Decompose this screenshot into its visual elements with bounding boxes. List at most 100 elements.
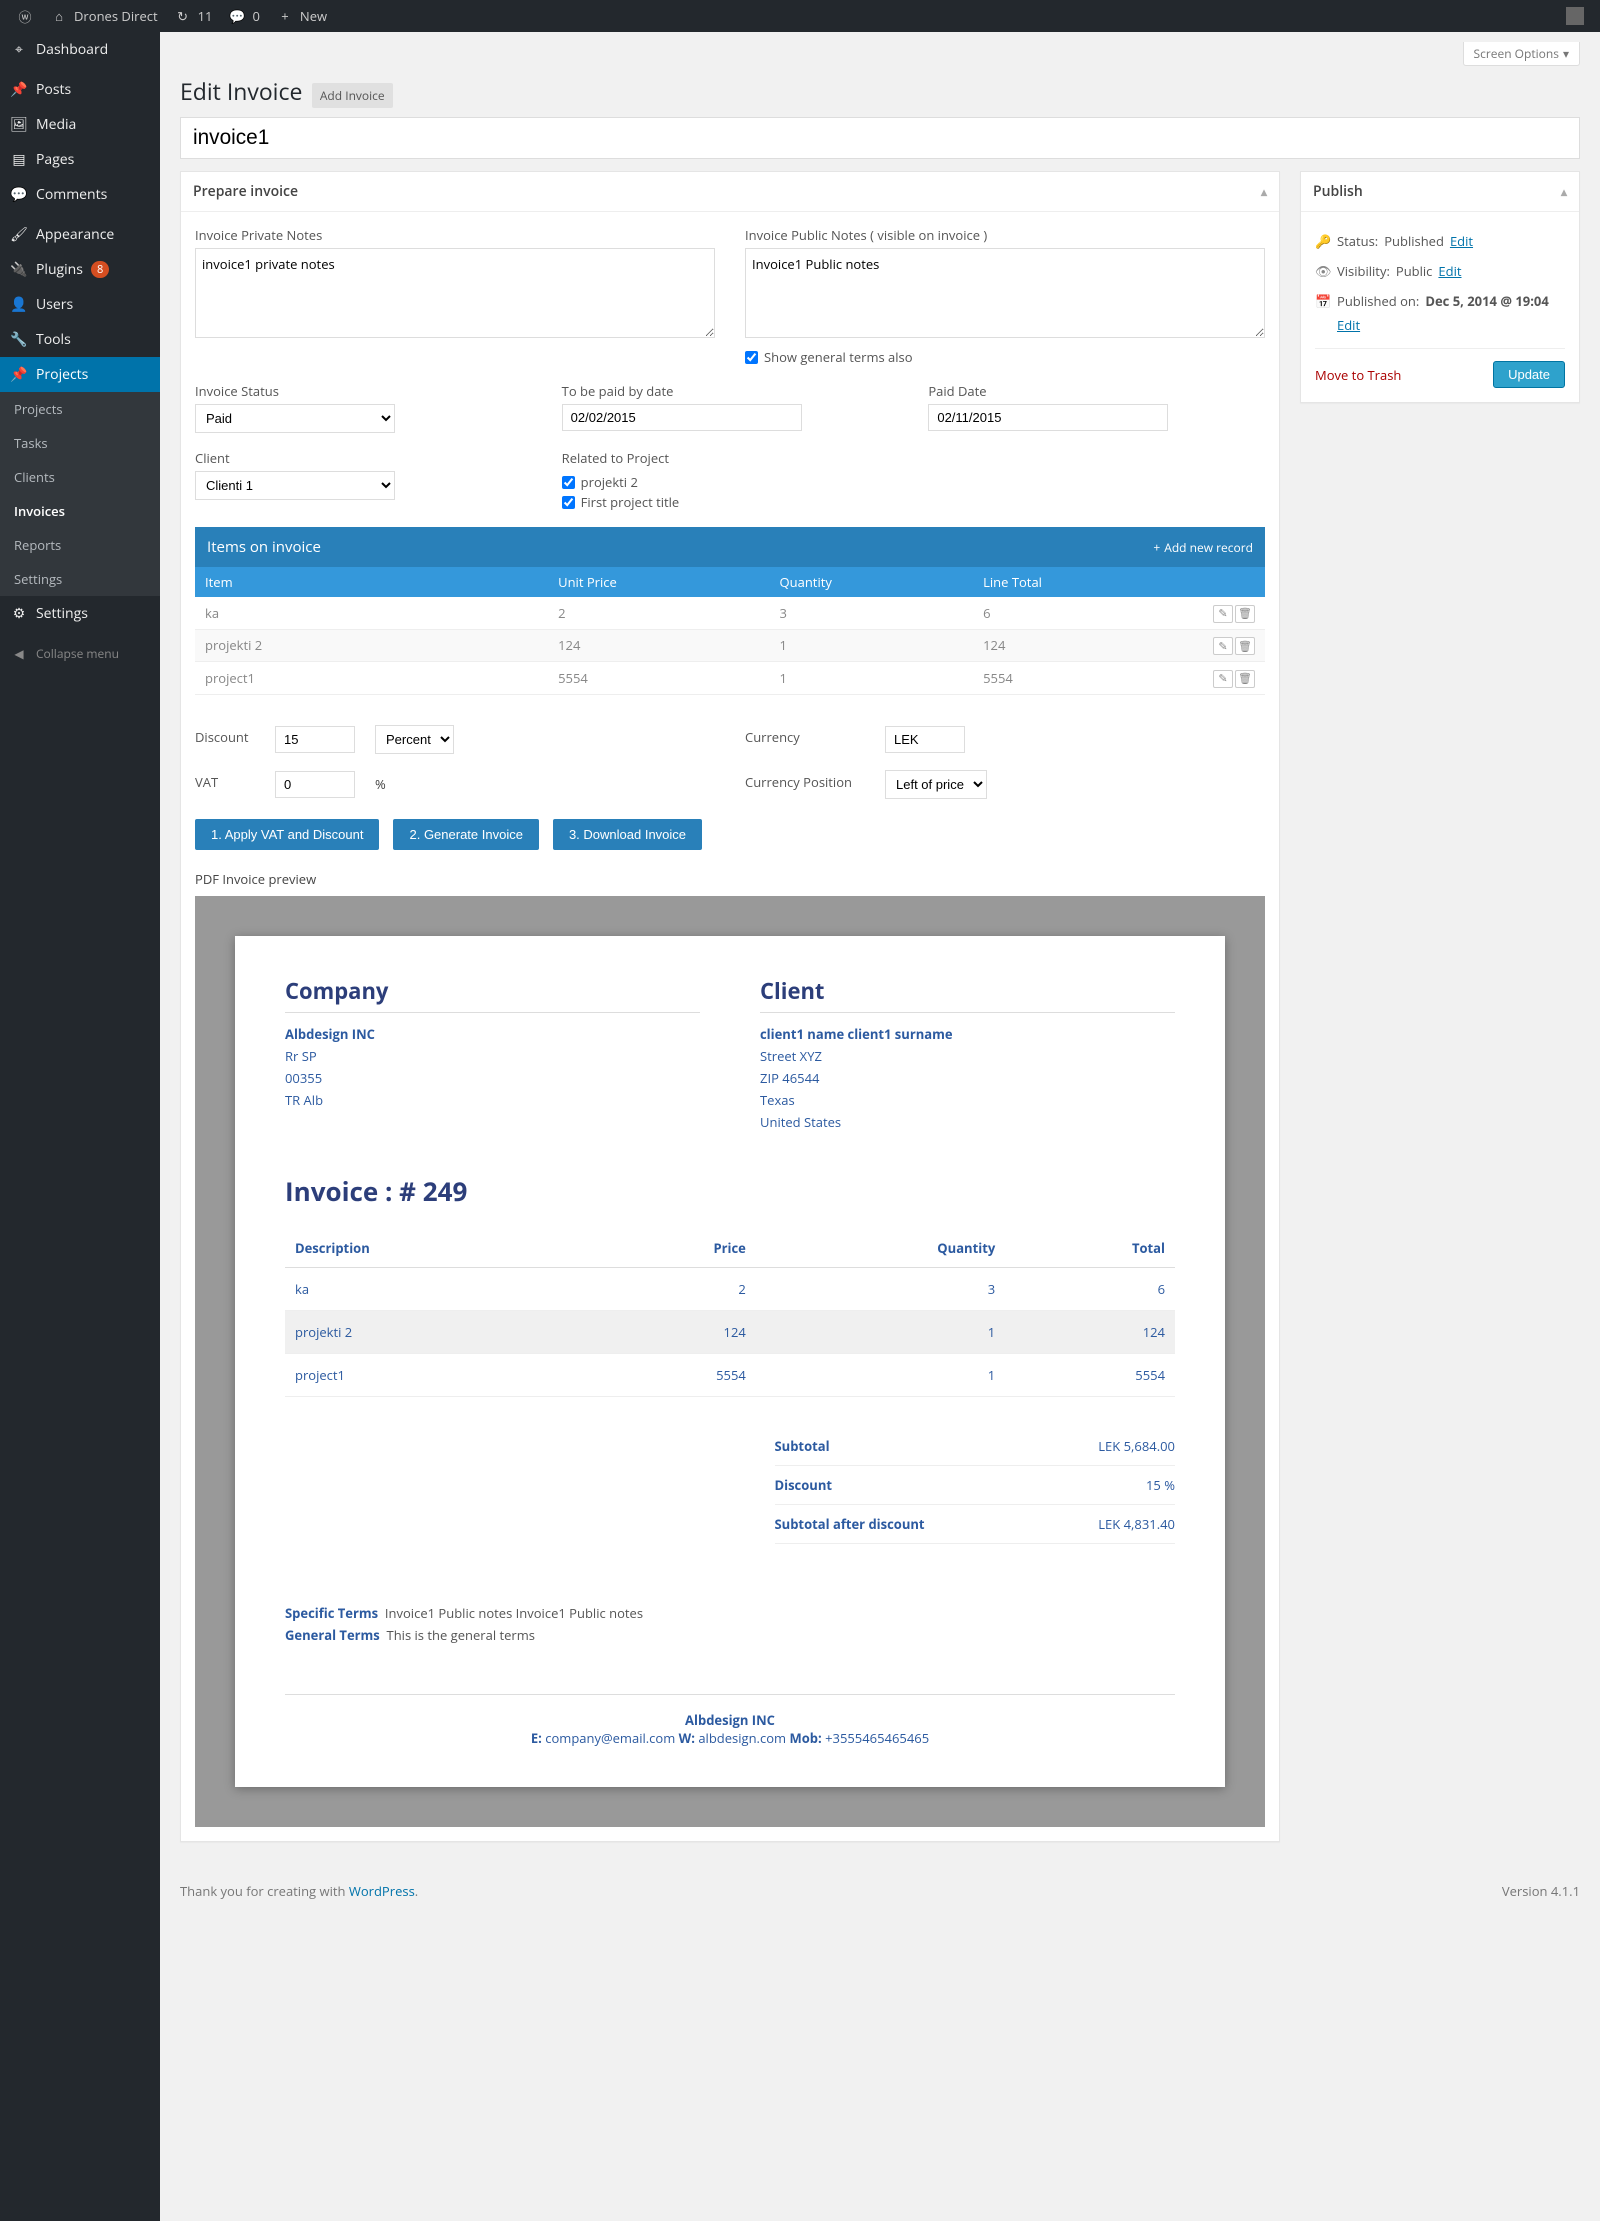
client-name: client1 name client1 surname — [760, 1025, 953, 1043]
paid-date-label: Paid Date — [928, 382, 1265, 400]
private-notes-textarea[interactable]: invoice1 private notes — [195, 248, 715, 338]
vat-label: VAT — [195, 773, 255, 791]
col-qty: Quantity — [770, 567, 974, 597]
pin-icon: 📌 — [10, 81, 28, 99]
show-terms-label: Show general terms also — [764, 348, 913, 366]
updates-count: 11 — [198, 7, 213, 25]
company-heading: Company — [285, 976, 700, 1013]
submenu-clients[interactable]: Clients — [0, 460, 160, 494]
delete-row-icon[interactable]: 🗑 — [1235, 637, 1255, 655]
client-addr-2: ZIP 46544 — [760, 1067, 1175, 1089]
menu-media[interactable]: 🖼Media — [0, 107, 160, 142]
add-invoice-button[interactable]: Add Invoice — [312, 83, 393, 108]
wrench-icon: 🔧 — [10, 331, 28, 349]
edit-row-icon[interactable]: ✎ — [1213, 605, 1233, 623]
delete-row-icon[interactable]: 🗑 — [1235, 605, 1255, 623]
toggle-publish-icon[interactable]: ▴ — [1561, 183, 1567, 200]
related-project-2-checkbox[interactable] — [562, 496, 575, 509]
comment-icon: 💬 — [10, 186, 28, 204]
menu-users[interactable]: 👤Users — [0, 287, 160, 322]
client-addr-3: Texas — [760, 1089, 1175, 1111]
discount-label: Discount — [195, 728, 255, 746]
submenu-projects-item[interactable]: Projects — [0, 392, 160, 426]
user-avatar[interactable] — [1558, 0, 1592, 32]
avatar-icon — [1566, 7, 1584, 25]
calendar-icon: 📅 — [1315, 292, 1331, 310]
status-select[interactable]: Paid — [195, 404, 395, 433]
key-icon: 🔑 — [1315, 232, 1331, 250]
update-button[interactable]: Update — [1493, 361, 1565, 388]
submenu-reports[interactable]: Reports — [0, 528, 160, 562]
edit-row-icon[interactable]: ✎ — [1213, 637, 1233, 655]
general-terms-value: This is the general terms — [387, 1626, 535, 1644]
status-value: Published — [1384, 232, 1444, 250]
items-header: Items on invoice +Add new record — [195, 527, 1265, 567]
discount-label-preview: Discount — [775, 1476, 833, 1494]
invoice-items-table: Description Price Quantity Total ka236pr… — [285, 1229, 1175, 1397]
collapse-menu[interactable]: ◀Collapse menu — [0, 636, 160, 670]
chevron-down-icon: ▾ — [1563, 45, 1569, 62]
comments-link[interactable]: 💬0 — [220, 0, 267, 32]
edit-date-link[interactable]: Edit — [1337, 316, 1565, 334]
screen-options-tab[interactable]: Screen Options ▾ — [1463, 42, 1581, 66]
pay-by-label: To be paid by date — [562, 382, 899, 400]
menu-tools[interactable]: 🔧Tools — [0, 322, 160, 357]
wordpress-link[interactable]: WordPress — [349, 1882, 415, 1900]
updates-link[interactable]: ↻ 11 — [166, 0, 221, 32]
generate-invoice-button[interactable]: 2. Generate Invoice — [393, 819, 538, 850]
delete-row-icon[interactable]: 🗑 — [1235, 670, 1255, 688]
media-icon: 🖼 — [10, 116, 28, 134]
currency-input[interactable] — [885, 726, 965, 753]
menu-projects[interactable]: 📌Projects — [0, 357, 160, 392]
page-icon: ▤ — [10, 151, 28, 169]
submenu-settings[interactable]: Settings — [0, 562, 160, 596]
client-addr-1: Street XYZ — [760, 1045, 1175, 1067]
general-terms-label: General Terms — [285, 1626, 380, 1644]
pay-by-input[interactable] — [562, 404, 802, 431]
add-new-record-button[interactable]: +Add new record — [1153, 539, 1253, 556]
new-content-link[interactable]: +New — [268, 0, 335, 32]
subtotal-label: Subtotal — [775, 1437, 830, 1455]
client-addr-4: United States — [760, 1111, 1175, 1133]
edit-visibility-link[interactable]: Edit — [1438, 262, 1461, 280]
paid-date-input[interactable] — [928, 404, 1168, 431]
update-icon: ↻ — [174, 7, 192, 25]
discount-type-select[interactable]: Percent — [375, 725, 454, 754]
post-title-input[interactable] — [180, 117, 1580, 159]
submenu-invoices[interactable]: Invoices — [0, 494, 160, 528]
discount-input[interactable] — [275, 726, 355, 753]
currency-pos-select[interactable]: Left of price — [885, 770, 987, 799]
toggle-box-icon[interactable]: ▴ — [1261, 183, 1267, 200]
menu-comments[interactable]: 💬Comments — [0, 177, 160, 212]
client-select[interactable]: Clienti 1 — [195, 471, 395, 500]
status-label: Invoice Status — [195, 382, 532, 400]
submenu-tasks[interactable]: Tasks — [0, 426, 160, 460]
table-row: project1555415554✎🗑 — [195, 662, 1265, 695]
comment-icon: 💬 — [228, 7, 246, 25]
collapse-icon: ◀ — [10, 644, 28, 662]
invoice-row: ka236 — [285, 1267, 1175, 1310]
menu-plugins[interactable]: 🔌Plugins8 — [0, 252, 160, 287]
show-terms-checkbox[interactable] — [745, 351, 758, 364]
site-name-link[interactable]: ⌂Drones Direct — [42, 0, 166, 32]
company-addr-3: TR Alb — [285, 1089, 700, 1111]
publish-box: Publish ▴ 🔑Status: Published Edit 👁Visib… — [1300, 171, 1580, 403]
public-notes-textarea[interactable]: Invoice1 Public notes — [745, 248, 1265, 338]
edit-row-icon[interactable]: ✎ — [1213, 670, 1233, 688]
menu-dashboard[interactable]: ⌖Dashboard — [0, 32, 160, 67]
prepare-invoice-box: Prepare invoice ▴ Invoice Private Notes … — [180, 171, 1280, 1842]
related-project-1-checkbox[interactable] — [562, 476, 575, 489]
menu-pages[interactable]: ▤Pages — [0, 142, 160, 177]
menu-appearance[interactable]: 🖌Appearance — [0, 217, 160, 252]
download-invoice-button[interactable]: 3. Download Invoice — [553, 819, 702, 850]
invoice-row: project1555415554 — [285, 1353, 1175, 1396]
menu-settings[interactable]: ⚙Settings — [0, 596, 160, 631]
table-row: projekti 21241124✎🗑 — [195, 629, 1265, 662]
move-to-trash-link[interactable]: Move to Trash — [1315, 366, 1401, 384]
specific-terms-value: Invoice1 Public notes Invoice1 Public no… — [385, 1604, 643, 1622]
vat-input[interactable] — [275, 771, 355, 798]
menu-posts[interactable]: 📌Posts — [0, 72, 160, 107]
wp-logo[interactable]: ⓦ — [8, 0, 42, 32]
edit-status-link[interactable]: Edit — [1450, 232, 1473, 250]
apply-vat-button[interactable]: 1. Apply VAT and Discount — [195, 819, 379, 850]
